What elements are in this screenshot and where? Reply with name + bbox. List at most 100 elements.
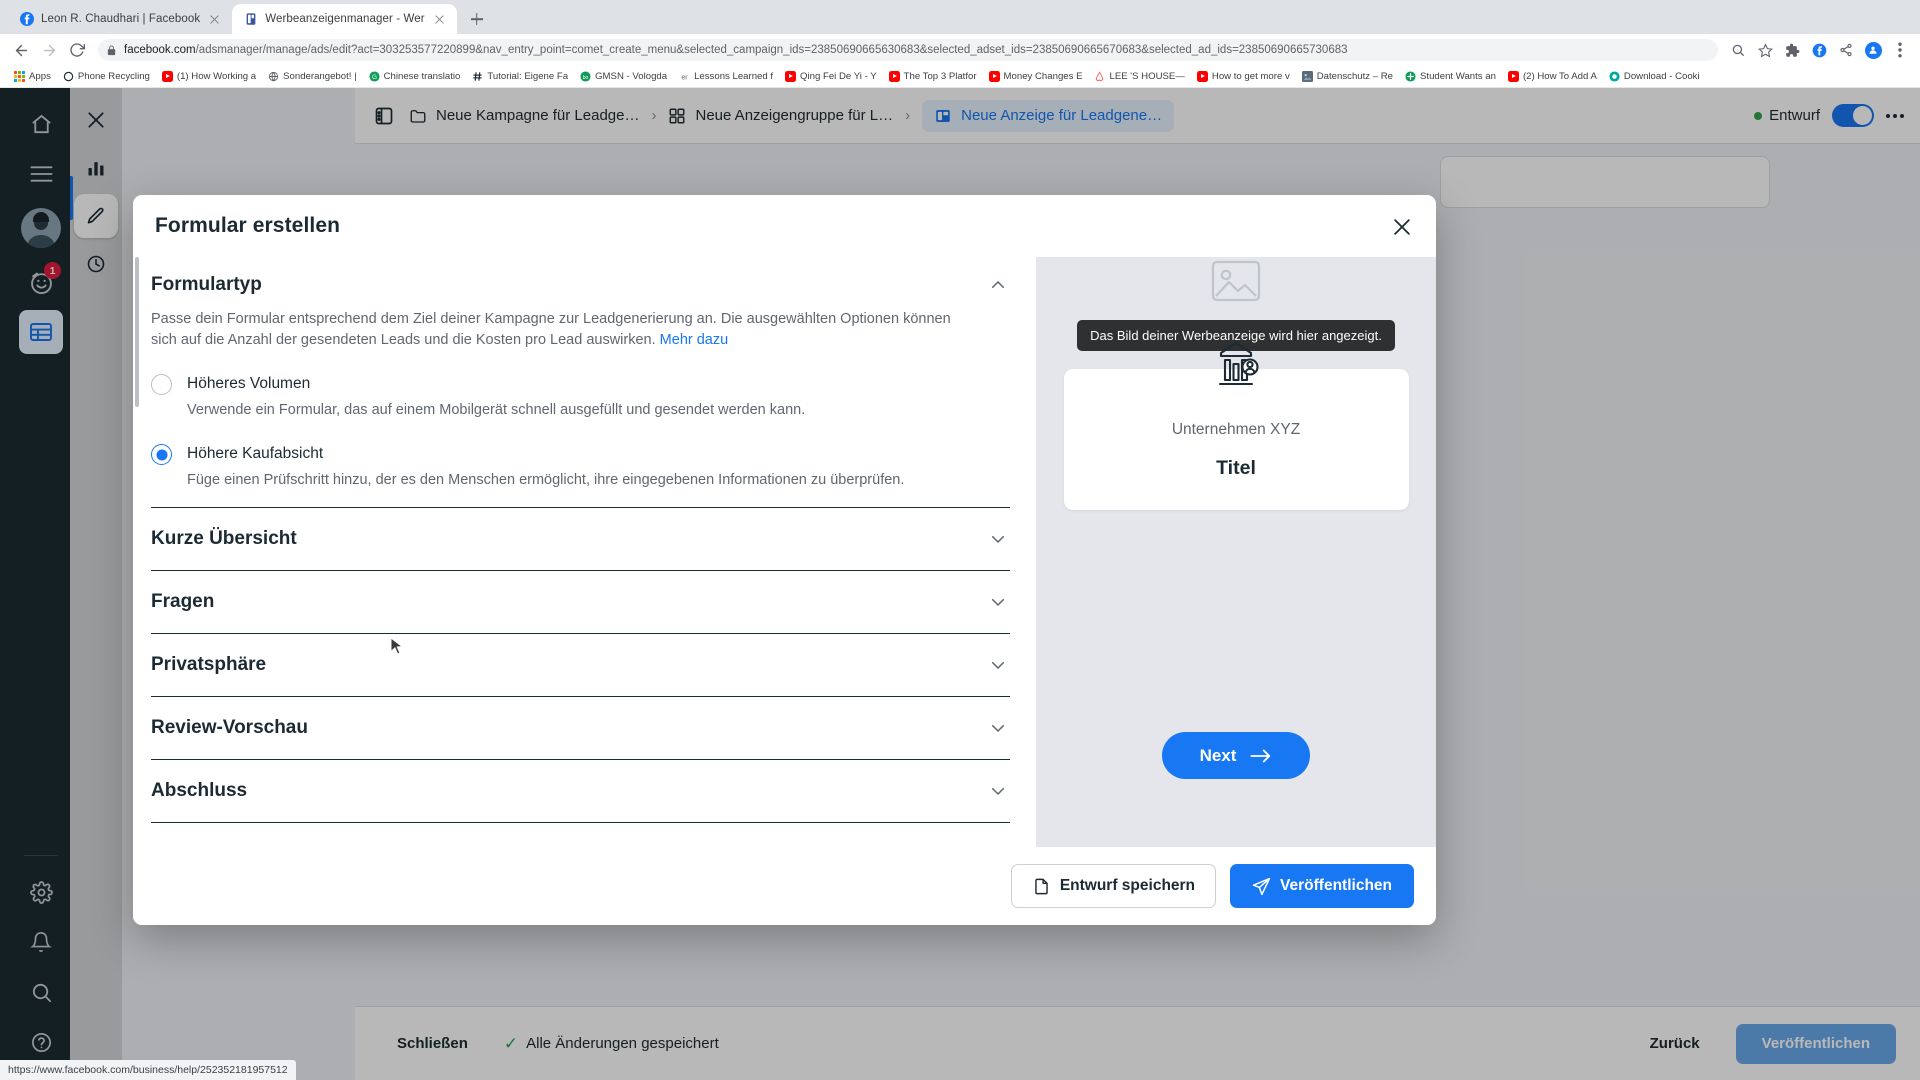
hash-icon — [472, 71, 483, 82]
form-sections-accordion: Kurze Übersicht Fragen Privatsphäre Revi… — [151, 507, 1010, 823]
facebook-pixel-icon[interactable] — [1807, 38, 1831, 62]
save-draft-button[interactable]: Entwurf speichern — [1010, 864, 1217, 908]
bookmark-label: Download - Cooki — [1623, 71, 1700, 82]
url-host: facebook.com — [124, 44, 196, 56]
address-bar[interactable]: facebook.com/adsmanager/manage/ads/edit?… — [98, 39, 1718, 61]
svg-text:er: er — [682, 74, 689, 81]
youtube-icon — [161, 71, 173, 82]
bookmark-label: Qing Fei De Yi - Y — [800, 71, 877, 82]
accordion-title: Fragen — [151, 591, 215, 612]
form-type-section-header[interactable]: Formulartyp — [151, 265, 1010, 297]
radio-button-selected[interactable] — [151, 444, 172, 465]
bookmark-item-15[interactable]: (2) How To Add A — [1502, 67, 1603, 87]
scrollbar-track[interactable] — [135, 257, 139, 847]
modal-header: Formular erstellen — [133, 195, 1436, 257]
extensions-puzzle-icon[interactable] — [1780, 38, 1804, 62]
bookmark-item-2[interactable]: (1) How Working a — [156, 67, 262, 87]
svg-text:G: G — [372, 74, 377, 81]
bookmark-item-11[interactable]: LEE 'S HOUSE— — [1088, 67, 1190, 87]
chevron-down-icon[interactable] — [986, 653, 1010, 677]
browser-tab-0[interactable]: Leon R. Chaudhari | Facebook — [8, 4, 232, 34]
modal-footer: Entwurf speichern Veröffentlichen — [133, 847, 1436, 925]
bookmark-item-16[interactable]: Download - Cooki — [1603, 67, 1706, 87]
bookmark-label: Sonderangebot! | — [283, 71, 357, 82]
tab-title: Leon R. Chaudhari | Facebook — [41, 13, 201, 25]
option-label: Höhere Kaufabsicht — [187, 445, 324, 462]
bookmarks-bar: Apps Phone Recycling (1) How Working a S… — [0, 66, 1920, 88]
paper-plane-icon — [1252, 877, 1271, 895]
form-type-option-1[interactable]: Höhere Kaufabsicht Füge einen Prüfschrit… — [151, 443, 1010, 491]
bookmark-item-9[interactable]: The Top 3 Platfor — [883, 67, 983, 87]
text-icon: er — [679, 71, 690, 82]
green-plus-icon — [1405, 71, 1416, 82]
globe-icon — [268, 71, 279, 82]
bookmark-item-6[interactable]: bo GMSN - Vologda — [574, 67, 673, 87]
image-placeholder-icon — [1210, 259, 1262, 308]
forward-arrow-icon[interactable] — [36, 37, 62, 63]
bookmark-item-10[interactable]: Money Changes E — [983, 67, 1089, 87]
bookmark-item-5[interactable]: Tutorial: Eigene Fa — [466, 67, 574, 87]
bookmark-item-7[interactable]: er Lessons Learned f — [673, 67, 779, 87]
accordion-item-privatsphaere[interactable]: Privatsphäre — [151, 633, 1010, 696]
publish-button[interactable]: Veröffentlichen — [1230, 864, 1414, 908]
browser-toolbar: facebook.com/adsmanager/manage/ads/edit?… — [0, 34, 1920, 66]
airbnb-icon — [1094, 71, 1105, 82]
browser-tab-1[interactable]: Werbeanzeigenmanager - Wer — [232, 4, 457, 34]
close-icon[interactable] — [432, 12, 447, 27]
profile-avatar-icon[interactable] — [1861, 38, 1885, 62]
bookmark-label: Chinese translatio — [383, 71, 461, 82]
chevron-down-icon[interactable] — [986, 527, 1010, 551]
search-icon[interactable] — [1726, 38, 1750, 62]
accordion-item-review-vorschau[interactable]: Review-Vorschau — [151, 696, 1010, 759]
option-label: Höheres Volumen — [187, 375, 311, 392]
learn-more-link[interactable]: Mehr dazu — [660, 332, 729, 348]
bookmark-item-1[interactable]: Phone Recycling — [57, 67, 156, 87]
bookmark-item-14[interactable]: Student Wants an — [1399, 67, 1502, 87]
document-icon — [1035, 878, 1048, 894]
chevron-down-icon[interactable] — [986, 716, 1010, 740]
modal-body: Formulartyp Passe dein Formular entsprec… — [133, 257, 1436, 847]
bookmark-label: GMSN - Vologda — [595, 71, 668, 82]
close-icon[interactable] — [207, 12, 222, 27]
bookmark-label: Phone Recycling — [77, 71, 150, 82]
chevron-up-icon[interactable] — [986, 273, 1010, 297]
toolbar-icon-group — [1726, 38, 1912, 62]
share-icon[interactable] — [1834, 38, 1858, 62]
bookmark-label: Tutorial: Eigene Fa — [487, 71, 569, 82]
accordion-item-fragen[interactable]: Fragen — [151, 570, 1010, 633]
circle-icon — [63, 71, 74, 82]
bookmark-item-13[interactable]: Datenschutz – Re — [1296, 67, 1399, 87]
accordion-item-kurze-uebersicht[interactable]: Kurze Übersicht — [151, 507, 1010, 570]
close-icon[interactable] — [1388, 213, 1416, 241]
chrome-menu-icon[interactable] — [1888, 38, 1912, 62]
green-badge-icon: bo — [580, 71, 591, 82]
accordion-item-abschluss[interactable]: Abschluss — [151, 759, 1010, 822]
preview-next-button[interactable]: Next — [1162, 732, 1310, 779]
preview-company-name: Unternehmen XYZ — [1171, 421, 1301, 438]
youtube-icon — [1196, 71, 1208, 82]
bookmark-item-0[interactable]: Apps — [8, 67, 57, 87]
bookmark-item-12[interactable]: How to get more v — [1191, 67, 1296, 87]
url-path: /adsmanager/manage/ads/edit?act=30325357… — [195, 44, 1348, 56]
bookmark-item-3[interactable]: Sonderangebot! | — [262, 67, 362, 87]
new-tab-button[interactable] — [463, 5, 491, 33]
bookmark-item-8[interactable]: Qing Fei De Yi - Y — [779, 67, 883, 87]
mouse-cursor — [390, 636, 404, 662]
youtube-icon — [1507, 71, 1519, 82]
preview-next-label: Next — [1199, 745, 1237, 765]
bookmark-star-icon[interactable] — [1753, 38, 1777, 62]
section-title: Formulartyp — [151, 274, 262, 295]
reload-icon[interactable] — [64, 37, 90, 63]
back-arrow-icon[interactable] — [8, 37, 34, 63]
chevron-down-icon[interactable] — [986, 590, 1010, 614]
bookmark-item-4[interactable]: G Chinese translatio — [363, 67, 467, 87]
chevron-down-icon[interactable] — [986, 779, 1010, 803]
ads-manager-icon — [246, 13, 256, 25]
section-description-line1: Passe dein Formular entsprechend dem Zie… — [151, 311, 900, 327]
bookmark-label: The Top 3 Platfor — [903, 71, 977, 82]
arrow-right-icon — [1250, 749, 1271, 762]
radio-button[interactable] — [151, 374, 172, 395]
avatar — [1864, 41, 1882, 59]
scrollbar-thumb[interactable] — [135, 257, 139, 407]
form-type-option-0[interactable]: Höheres Volumen Verwende ein Formular, d… — [151, 373, 1010, 421]
